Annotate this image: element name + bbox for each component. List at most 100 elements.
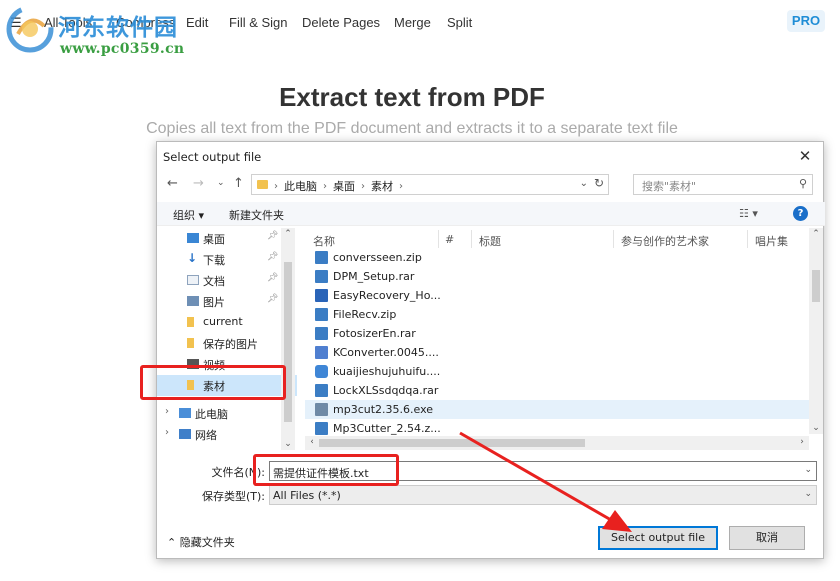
nav-item-label: 网络: [195, 429, 217, 442]
nav-item-desktop[interactable]: 桌面 📌︎: [157, 228, 297, 249]
file-row[interactable]: DPM_Setup.rar: [305, 267, 809, 286]
highlight-box-folder: [140, 365, 286, 400]
scroll-down-icon[interactable]: ⌄: [809, 423, 823, 433]
recent-dropdown-icon[interactable]: ⌄: [217, 178, 225, 188]
nav-item-this-pc[interactable]: › 此电脑: [157, 403, 297, 424]
column-header-album[interactable]: 唱片集: [755, 233, 788, 249]
breadcrumb-desktop[interactable]: 桌面: [333, 178, 355, 194]
nav-item-current[interactable]: current: [157, 312, 297, 333]
archive-icon: [315, 308, 328, 321]
select-output-dialog: Select output file ✕ ← → ⌄ ↑ › 此电脑 › 桌面 …: [156, 141, 825, 559]
file-row[interactable]: conversseen.zip: [305, 248, 809, 267]
cancel-button[interactable]: 取消: [729, 526, 805, 550]
file-list-hscrollbar[interactable]: ‹ ›: [305, 436, 809, 450]
refresh-icon[interactable]: ↻: [594, 176, 604, 190]
breadcrumb-this-pc[interactable]: 此电脑: [284, 178, 317, 194]
file-row[interactable]: kuaijieshujuhuifu....: [305, 362, 809, 381]
nav-split[interactable]: Split: [447, 15, 472, 30]
organize-button[interactable]: 组织 ▾: [173, 207, 204, 223]
download-icon: ↓: [187, 251, 198, 265]
highlight-box-filename: [253, 454, 399, 486]
file-row[interactable]: LockXLSsdqdqa.rar: [305, 381, 809, 400]
nav-item-downloads[interactable]: ↓ 下载 📌︎: [157, 249, 297, 270]
chevron-right-icon: ›: [361, 180, 365, 192]
scroll-right-icon[interactable]: ›: [795, 437, 809, 447]
column-header-name[interactable]: 名称: [313, 233, 335, 249]
installer-icon: [315, 403, 328, 416]
sort-arrow-icon: ⌃: [369, 228, 377, 235]
file-name: FileRecv.zip: [333, 308, 397, 321]
chevron-right-icon[interactable]: ›: [165, 406, 169, 417]
scroll-down-icon[interactable]: ⌄: [281, 439, 295, 449]
filetype-select[interactable]: All Files (*.*) ⌄: [269, 485, 817, 505]
chevron-down-icon[interactable]: ⌄: [580, 178, 588, 189]
chevron-right-icon[interactable]: ›: [165, 427, 169, 438]
new-folder-button[interactable]: 新建文件夹: [229, 207, 284, 223]
column-header-number[interactable]: #: [445, 233, 454, 246]
nav-delete-pages[interactable]: Delete Pages: [302, 15, 380, 30]
file-list: ⌃ 名称 # 标题 参与创作的艺术家 唱片集 conversseen.zip D…: [305, 228, 809, 450]
column-header-title[interactable]: 标题: [479, 233, 501, 249]
column-divider[interactable]: [471, 230, 472, 248]
file-row[interactable]: KConverter.0045....: [305, 343, 809, 362]
folder-icon: [187, 317, 194, 327]
breadcrumb: › 此电脑 › 桌面 › 素材 ›: [274, 178, 403, 194]
nav-item-label: 图片: [203, 296, 225, 309]
back-arrow-icon[interactable]: ←: [167, 176, 178, 191]
watermark-url: www.pc0359.cn: [60, 41, 185, 57]
page-title: Extract text from PDF: [279, 82, 545, 112]
page: ☰ All Tools Compress Edit Fill & Sign De…: [0, 0, 840, 581]
file-row[interactable]: EasyRecovery_Ho...: [305, 286, 809, 305]
scrollbar-thumb[interactable]: [319, 439, 585, 447]
nav-item-pictures[interactable]: 图片 📌︎: [157, 291, 297, 312]
view-options-icon[interactable]: ☷ ▾: [739, 207, 758, 220]
watermark-title: 河东软件园: [58, 14, 178, 41]
file-row[interactable]: FileRecv.zip: [305, 305, 809, 324]
chevron-down-icon[interactable]: ⌄: [804, 465, 812, 475]
file-name: EasyRecovery_Ho...: [333, 289, 441, 302]
scroll-up-icon[interactable]: ⌃: [281, 229, 295, 239]
breadcrumb-sucai[interactable]: 素材: [371, 178, 393, 194]
dialog-toolbar: 组织 ▾ 新建文件夹 ☷ ▾ ?: [157, 202, 825, 226]
column-header-artist[interactable]: 参与创作的艺术家: [621, 233, 709, 249]
folder-icon: [257, 180, 268, 189]
up-arrow-icon[interactable]: ↑: [233, 176, 244, 191]
column-divider[interactable]: [438, 230, 439, 248]
document-icon: [187, 275, 199, 285]
search-input[interactable]: 搜索"素材" ⚲: [633, 174, 813, 195]
column-divider[interactable]: [613, 230, 614, 248]
nav-pane-scrollbar[interactable]: ⌃ ⌄: [281, 228, 295, 450]
nav-item-network[interactable]: › 网络: [157, 424, 297, 445]
nav-edit[interactable]: Edit: [186, 15, 208, 30]
chevron-down-icon[interactable]: ⌄: [804, 489, 812, 499]
help-icon[interactable]: ?: [793, 206, 808, 221]
file-list-scrollbar[interactable]: ⌃ ⌄: [809, 228, 823, 434]
pin-icon: 📌︎: [267, 294, 279, 304]
pro-badge[interactable]: PRO: [787, 10, 825, 32]
file-row[interactable]: FotosizerEn.rar: [305, 324, 809, 343]
column-divider[interactable]: [747, 230, 748, 248]
archive-icon: [315, 270, 328, 283]
forward-arrow-icon[interactable]: →: [193, 176, 204, 191]
pin-icon: 📌︎: [267, 273, 279, 283]
nav-item-label: current: [203, 315, 243, 328]
nav-item-documents[interactable]: 文档 📌︎: [157, 270, 297, 291]
address-bar[interactable]: › 此电脑 › 桌面 › 素材 › ⌄ ↻: [251, 174, 609, 195]
nav-item-label: 桌面: [203, 233, 225, 246]
chevron-right-icon: ›: [323, 180, 327, 192]
select-output-file-button[interactable]: Select output file: [598, 526, 718, 550]
file-row[interactable]: mp3cut2.35.6.exe: [305, 400, 809, 419]
scrollbar-thumb[interactable]: [812, 270, 820, 302]
hide-folders-toggle[interactable]: ⌃ 隐藏文件夹: [167, 534, 235, 550]
nav-item-saved-pictures[interactable]: 保存的图片: [157, 333, 297, 354]
scroll-left-icon[interactable]: ‹: [305, 437, 319, 447]
file-name: mp3cut2.35.6.exe: [333, 403, 434, 416]
nav-fill-sign[interactable]: Fill & Sign: [229, 15, 288, 30]
network-icon: [179, 429, 191, 439]
chevron-right-icon: ›: [399, 180, 403, 192]
nav-merge[interactable]: Merge: [394, 15, 431, 30]
close-icon[interactable]: ✕: [793, 145, 817, 167]
archive-icon: [315, 384, 328, 397]
scroll-up-icon[interactable]: ⌃: [809, 229, 823, 239]
pin-icon: 📌︎: [267, 231, 279, 241]
